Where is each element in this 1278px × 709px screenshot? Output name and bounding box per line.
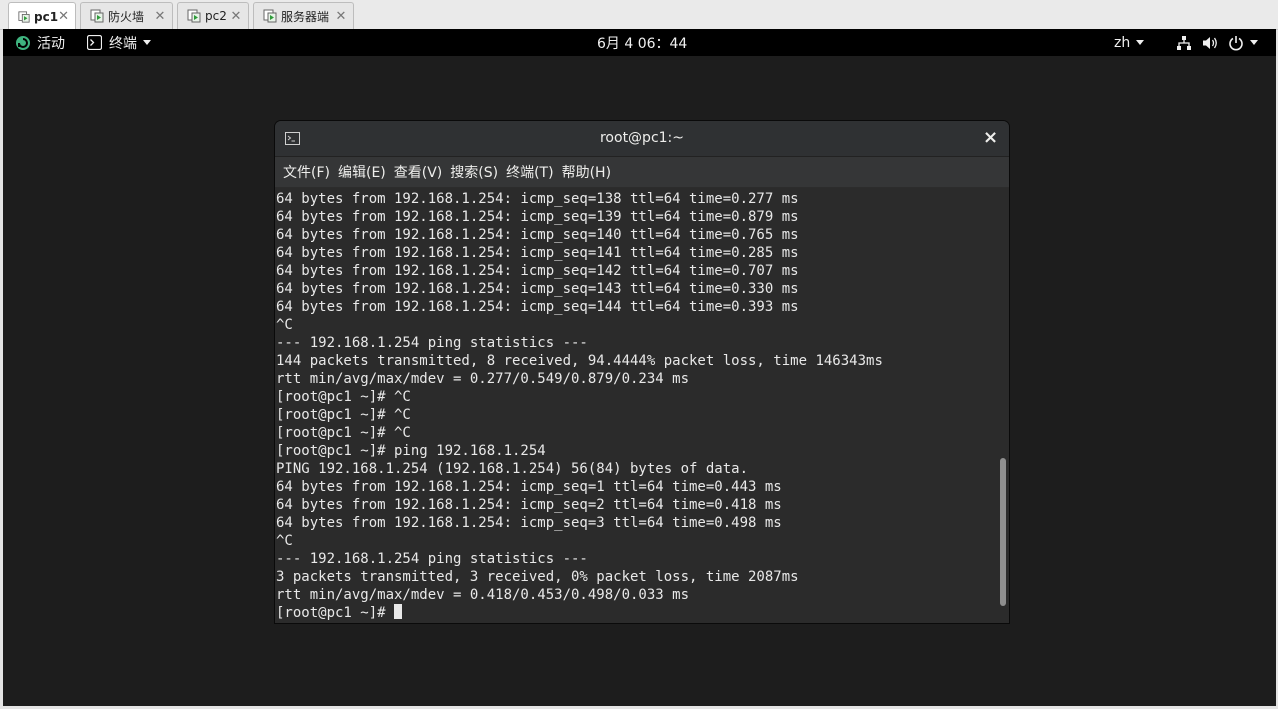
terminal-line: 64 bytes from 192.168.1.254: icmp_seq=13… xyxy=(276,209,799,225)
terminal-menubar: 文件(F) 编辑(E) 查看(V) 搜索(S) 终端(T) 帮助(H) xyxy=(275,157,1009,187)
scrollbar-thumb[interactable] xyxy=(1000,458,1006,606)
terminal-titlebar[interactable]: root@pc1:~ × xyxy=(275,121,1009,157)
terminal-line: --- 192.168.1.254 ping statistics --- xyxy=(276,551,588,567)
vm-icon xyxy=(187,9,201,23)
vm-tab-firewall[interactable]: 防火墙 ✕ xyxy=(80,2,173,29)
terminal-line: 64 bytes from 192.168.1.254: icmp_seq=14… xyxy=(276,263,799,279)
vm-tab-label: pc2 xyxy=(205,9,227,23)
vm-tab-server[interactable]: 服务器端 ✕ xyxy=(253,2,354,29)
terminal-text: 64 bytes from 192.168.1.254: icmp_seq=13… xyxy=(276,190,883,622)
terminal-line: 64 bytes from 192.168.1.254: icmp_seq=3 … xyxy=(276,515,782,531)
vm-tab-label: 服务器端 xyxy=(281,9,330,24)
input-method-label: zh xyxy=(1114,34,1131,51)
network-wired-icon xyxy=(1177,35,1191,50)
menu-edit[interactable]: 编辑(E) xyxy=(338,162,386,182)
chevron-down-icon xyxy=(1250,40,1258,45)
terminal-app-icon xyxy=(87,35,102,50)
menu-file[interactable]: 文件(F) xyxy=(283,162,330,182)
vm-tab-label: pc1 xyxy=(34,9,59,24)
shell-prompt: [root@pc1 ~]# xyxy=(276,605,395,621)
close-icon[interactable]: ✕ xyxy=(230,9,242,24)
terminal-line: 64 bytes from 192.168.1.254: icmp_seq=14… xyxy=(276,281,799,297)
terminal-line: [root@pc1 ~]# ping 192.168.1.254 xyxy=(276,443,546,459)
terminal-line: 64 bytes from 192.168.1.254: icmp_seq=1 … xyxy=(276,479,782,495)
vm-display[interactable]: 活动 终端 6月 4 06：44 zh root@pc1:~ × 文件(F) 编… xyxy=(3,29,1276,706)
power-icon xyxy=(1229,35,1243,50)
input-method-menu[interactable]: zh xyxy=(1114,29,1145,56)
terminal-line: 64 bytes from 192.168.1.254: icmp_seq=14… xyxy=(276,299,799,315)
vm-tab-pc2[interactable]: pc2 ✕ xyxy=(177,2,249,29)
system-menu[interactable] xyxy=(1176,29,1258,56)
terminal-window[interactable]: root@pc1:~ × 文件(F) 编辑(E) 查看(V) 搜索(S) 终端(… xyxy=(275,121,1009,623)
app-menu-label: 终端 xyxy=(109,35,137,52)
vm-icon xyxy=(263,9,277,23)
close-button[interactable]: × xyxy=(983,127,998,148)
vm-tab-label: 防火墙 xyxy=(108,9,145,24)
menu-search[interactable]: 搜索(S) xyxy=(450,162,498,182)
terminal-line: rtt min/avg/max/mdev = 0.277/0.549/0.879… xyxy=(276,371,690,387)
terminal-line: 64 bytes from 192.168.1.254: icmp_seq=13… xyxy=(276,191,799,207)
menu-view[interactable]: 查看(V) xyxy=(394,162,443,182)
terminal-line: --- 192.168.1.254 ping statistics --- xyxy=(276,335,588,351)
volume-icon xyxy=(1203,36,1217,49)
terminal-line: rtt min/avg/max/mdev = 0.418/0.453/0.498… xyxy=(276,587,690,603)
clock[interactable]: 6月 4 06：44 xyxy=(597,29,687,56)
close-icon[interactable]: ✕ xyxy=(335,9,347,24)
terminal-line: PING 192.168.1.254 (192.168.1.254) 56(84… xyxy=(276,461,749,477)
terminal-line: [root@pc1 ~]# ^C xyxy=(276,389,411,405)
app-menu-button[interactable]: 终端 xyxy=(87,29,151,56)
clock-label: 6月 4 06：44 xyxy=(597,35,688,52)
close-icon[interactable]: ✕ xyxy=(58,9,69,24)
menu-terminal[interactable]: 终端(T) xyxy=(506,162,553,182)
chevron-down-icon xyxy=(143,40,151,45)
gnome-top-bar: 活动 终端 6月 4 06：44 zh xyxy=(3,29,1276,56)
terminal-line: [root@pc1 ~]# ^C xyxy=(276,425,411,441)
terminal-prompt-line: [root@pc1 ~]# xyxy=(276,604,883,622)
terminal-line: 144 packets transmitted, 8 received, 94.… xyxy=(276,353,883,369)
vm-tab-pc1[interactable]: pc1 ✕ xyxy=(8,2,76,30)
fedora-logo-icon xyxy=(16,35,30,50)
terminal-line: ^C xyxy=(276,533,293,549)
terminal-output[interactable]: 64 bytes from 192.168.1.254: icmp_seq=13… xyxy=(275,188,1009,623)
window-title: root@pc1:~ xyxy=(599,130,684,146)
activities-button[interactable]: 活动 xyxy=(15,29,65,56)
vm-icon xyxy=(90,9,104,23)
terminal-line: [root@pc1 ~]# ^C xyxy=(276,407,411,423)
close-icon[interactable]: ✕ xyxy=(154,9,166,24)
terminal-line: 3 packets transmitted, 3 received, 0% pa… xyxy=(276,569,799,585)
terminal-line: 64 bytes from 192.168.1.254: icmp_seq=14… xyxy=(276,245,799,261)
chevron-down-icon xyxy=(1136,40,1145,45)
terminal-line: 64 bytes from 192.168.1.254: icmp_seq=2 … xyxy=(276,497,782,513)
vm-icon xyxy=(18,10,30,23)
terminal-line: ^C xyxy=(276,317,293,333)
terminal-line: 64 bytes from 192.168.1.254: icmp_seq=14… xyxy=(276,227,799,243)
menu-help[interactable]: 帮助(H) xyxy=(562,162,611,182)
vm-tab-strip: pc1 ✕ 防火墙 ✕ pc2 ✕ 服务器端 ✕ xyxy=(0,0,1278,30)
text-cursor xyxy=(394,604,403,619)
scrollbar[interactable] xyxy=(999,188,1007,620)
activities-label: 活动 xyxy=(37,35,65,52)
